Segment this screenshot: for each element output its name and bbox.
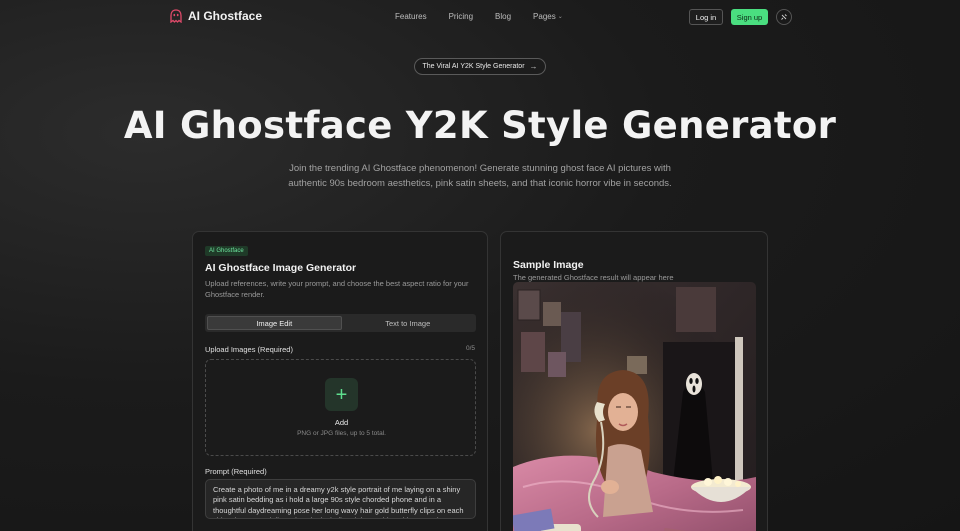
plus-icon: + bbox=[335, 383, 348, 406]
page-title: AI Ghostface Y2K Style Generator bbox=[123, 104, 837, 147]
signup-button[interactable]: Sign up bbox=[731, 9, 768, 25]
sample-description: The generated Ghostface result will appe… bbox=[513, 273, 674, 282]
mode-tabs: Image Edit Text to Image bbox=[205, 314, 476, 332]
sample-image bbox=[513, 282, 756, 531]
generator-badge: AI Ghostface bbox=[205, 246, 248, 256]
generator-title: AI Ghostface Image Generator bbox=[205, 262, 357, 274]
hero-pill-link[interactable]: The Viral AI Y2K Style Generator → bbox=[414, 58, 546, 75]
nav-features[interactable]: Features bbox=[395, 12, 427, 21]
brand-name: AI Ghostface bbox=[188, 9, 263, 23]
nav-pricing[interactable]: Pricing bbox=[449, 12, 473, 21]
tab-image-edit[interactable]: Image Edit bbox=[207, 316, 342, 330]
top-nav: AI Ghostface Features Pricing Blog Pages… bbox=[0, 0, 960, 34]
theme-toggle-button[interactable] bbox=[776, 9, 792, 25]
sample-title: Sample Image bbox=[513, 259, 584, 271]
chevron-down-icon: ⌄ bbox=[557, 14, 563, 20]
hero-pill-label: The Viral AI Y2K Style Generator bbox=[422, 63, 525, 70]
sample-photo-illustration bbox=[513, 282, 756, 531]
sample-card: Sample Image The generated Ghostface res… bbox=[500, 231, 768, 531]
theme-toggle-icon bbox=[781, 14, 787, 20]
add-hint: PNG or JPG files, up to 5 total. bbox=[297, 430, 386, 437]
add-label: Add bbox=[334, 418, 349, 427]
nav-pages[interactable]: Pages ⌄ bbox=[533, 12, 563, 21]
brand[interactable]: AI Ghostface bbox=[170, 9, 262, 23]
upload-dropzone[interactable]: + Add PNG or JPG files, up to 5 total. bbox=[205, 359, 476, 456]
prompt-label: Prompt (Required) bbox=[205, 467, 267, 476]
upload-counter: 0/5 bbox=[465, 345, 475, 352]
hero-subtitle: Join the trending AI Ghostface phenomeno… bbox=[288, 163, 672, 189]
add-image-button[interactable]: + bbox=[325, 378, 358, 411]
generator-description: Upload references, write your prompt, an… bbox=[205, 279, 469, 299]
nav-pages-label: Pages bbox=[533, 12, 556, 21]
upload-label: Upload Images (Required) bbox=[205, 345, 293, 354]
nav-links: Features Pricing Blog Pages ⌄ bbox=[395, 12, 585, 21]
arrow-right-icon: → bbox=[529, 62, 538, 71]
login-button[interactable]: Log in bbox=[689, 9, 723, 25]
nav-blog[interactable]: Blog bbox=[495, 12, 511, 21]
ghost-logo-icon bbox=[170, 9, 182, 23]
generator-card: AI Ghostface AI Ghostface Image Generato… bbox=[192, 231, 488, 531]
tab-text-to-image[interactable]: Text to Image bbox=[342, 316, 475, 330]
prompt-textarea[interactable]: Create a photo of me in a dreamy y2k sty… bbox=[205, 479, 476, 519]
